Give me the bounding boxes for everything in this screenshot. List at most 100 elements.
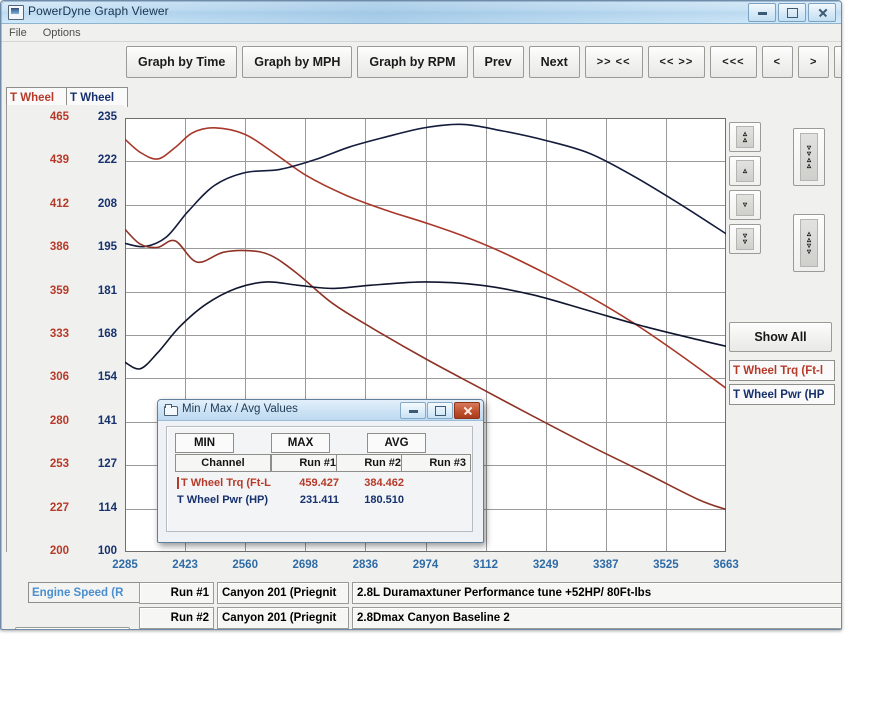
min-button[interactable]: MIN: [175, 433, 234, 453]
dialog-title: Min / Max / Avg Values: [182, 403, 298, 415]
column-header-channel: Channel: [175, 454, 271, 472]
menu-item-file[interactable]: File: [9, 27, 27, 39]
range-expand-button[interactable]: ▵ ▵ ▿ ▿: [793, 214, 825, 272]
chevron-up-icon: ▵: [736, 160, 754, 182]
close-icon: [463, 406, 472, 415]
run-note[interactable]: 2.8Dmax Canyon Baseline 2: [352, 607, 841, 629]
y-tick-row: 412 208: [7, 198, 124, 212]
x-tick-label: 3387: [593, 559, 619, 571]
x-tick-label: 3112: [473, 559, 499, 571]
restore-button[interactable]: [778, 3, 806, 22]
y-tick-power: 235: [97, 111, 117, 123]
zoom-out-button[interactable]: << >>: [647, 46, 706, 78]
dialog-minimize-button[interactable]: [400, 402, 426, 419]
table-row: T Wheel Pwr (HP) 231.411 180.510: [175, 494, 467, 509]
x-axis-tick-labels: 2285 2423 2560 2698 2836 2974 3112 3249 3387 3525…: [112, 559, 739, 575]
column-header-run3: Run #3: [401, 454, 471, 472]
x-tick-label: 2698: [292, 559, 319, 571]
x-tick-label: 2285: [112, 559, 138, 571]
range-compress-button[interactable]: ▿ ▿ ▵ ▵: [793, 128, 825, 186]
dialog-restore-button[interactable]: [427, 402, 453, 419]
y-tick-power: 141: [97, 414, 117, 427]
title-bar: PowerDyne Graph Viewer: [1, 1, 841, 24]
y-tick-power: 127: [97, 458, 117, 471]
y-tick-row: 386 195: [7, 241, 124, 255]
y-tick-row: 359 181: [7, 285, 124, 299]
scale-bottom-down-button[interactable]: ▿ ▿: [729, 224, 761, 254]
y-tick-torque: 306: [49, 371, 69, 384]
run-legend-table: Engine Speed (R Min/Max/Avg Run #1 Canyo…: [6, 580, 841, 629]
application-window: PowerDyne Graph Viewer File Options Grap…: [0, 0, 842, 630]
run-label: Run #1: [139, 582, 214, 604]
min-max-avg-button[interactable]: Min/Max/Avg: [15, 627, 130, 629]
y-tick-row: 306 154: [7, 371, 124, 385]
pan-far-left-button[interactable]: <<<: [710, 46, 757, 78]
y-tick-power: 168: [97, 328, 117, 340]
chevron-down-up-icon: ▿ ▿ ▵ ▵: [800, 133, 818, 181]
chevron-down-icon: ▿: [736, 194, 754, 216]
main-body: Graph by Time Graph by MPH Graph by RPM …: [1, 42, 841, 629]
pan-right-button[interactable]: >: [798, 46, 830, 78]
window-title: PowerDyne Graph Viewer: [28, 4, 169, 18]
folder-icon: [164, 404, 178, 416]
restore-icon: [786, 7, 798, 18]
graph-by-mph-button[interactable]: Graph by MPH: [242, 46, 353, 78]
dialog-window-controls: [400, 402, 480, 419]
dialog-content: MIN MAX AVG Channel Run #1 Run #2 Run #3…: [166, 426, 473, 532]
run-file[interactable]: Canyon 201 (Priegnit: [217, 582, 349, 604]
y-tick-power: 208: [97, 197, 117, 210]
column-header-run1: Run #1: [271, 454, 341, 472]
min-max-avg-dialog: Min / Max / Avg Values MIN MAX AVG Chann…: [157, 399, 484, 543]
minimize-button[interactable]: [748, 3, 776, 22]
dialog-title-bar[interactable]: Min / Max / Avg Values: [158, 400, 483, 421]
zoom-in-button[interactable]: >> <<: [584, 46, 643, 78]
engine-speed-label[interactable]: Engine Speed (R: [28, 582, 141, 603]
y-axis-scale-column: 465 235 439 222 412 208 386 195 359 181 333 168 306 1…: [6, 105, 124, 557]
y-tick-row: 227 114: [7, 502, 124, 516]
max-button[interactable]: MAX: [271, 433, 330, 453]
axis-tab-torque[interactable]: T Wheel: [6, 87, 68, 107]
run-file[interactable]: Canyon 201 (Priegnit: [217, 607, 349, 629]
y-tick-power: 114: [98, 501, 117, 514]
menu-bar: File Options: [1, 24, 841, 42]
channel-button-torque[interactable]: T Wheel Trq (Ft-l: [729, 360, 835, 381]
y-tick-row: 465 235: [7, 111, 124, 125]
y-tick-torque: 465: [49, 111, 69, 123]
y-tick-torque: 439: [49, 154, 69, 167]
x-tick-label: 3249: [532, 559, 559, 571]
y-tick-power: 100: [97, 545, 117, 557]
prev-button[interactable]: Prev: [472, 46, 524, 78]
dialog-close-button[interactable]: [454, 402, 480, 419]
graph-by-time-button[interactable]: Graph by Time: [126, 46, 238, 78]
show-all-button[interactable]: Show All: [729, 322, 832, 352]
x-tick-label: 2423: [172, 559, 198, 571]
graph-by-rpm-button[interactable]: Graph by RPM: [357, 46, 468, 78]
channel-button-power[interactable]: T Wheel Pwr (HP: [729, 384, 835, 405]
y-tick-torque: 227: [49, 501, 69, 514]
y-tick-power: 222: [97, 154, 117, 167]
y-tick-row: 200 100: [7, 545, 124, 559]
scale-top-down-button[interactable]: ▵: [729, 156, 761, 186]
scale-top-up-button[interactable]: ▵ ▵: [729, 122, 761, 152]
y-tick-power: 195: [97, 241, 117, 254]
y-tick-torque: 359: [49, 284, 69, 297]
x-tick-label: 2560: [232, 559, 258, 571]
chevron-up-down-icon: ▵ ▵ ▿ ▿: [800, 219, 818, 267]
run-label: Run #2: [139, 607, 214, 629]
run1-value: 459.427: [299, 477, 339, 489]
avg-button[interactable]: AVG: [367, 433, 426, 453]
pan-far-right-button[interactable]: >>>: [834, 46, 841, 78]
scale-bottom-up-button[interactable]: ▿: [729, 190, 761, 220]
menu-item-options[interactable]: Options: [43, 27, 81, 39]
x-tick-label: 2836: [352, 559, 379, 571]
column-header-run2: Run #2: [336, 454, 406, 472]
restore-icon: [434, 405, 446, 416]
y-tick-power: 154: [97, 371, 117, 384]
y-tick-row: 280 141: [7, 415, 124, 429]
close-button[interactable]: [808, 3, 836, 22]
pan-left-button[interactable]: <: [761, 46, 793, 78]
window-controls: [748, 3, 836, 22]
axis-tab-power[interactable]: T Wheel: [66, 87, 128, 107]
next-button[interactable]: Next: [528, 46, 580, 78]
run-note[interactable]: 2.8L Duramaxtuner Performance tune +52HP…: [352, 582, 841, 604]
